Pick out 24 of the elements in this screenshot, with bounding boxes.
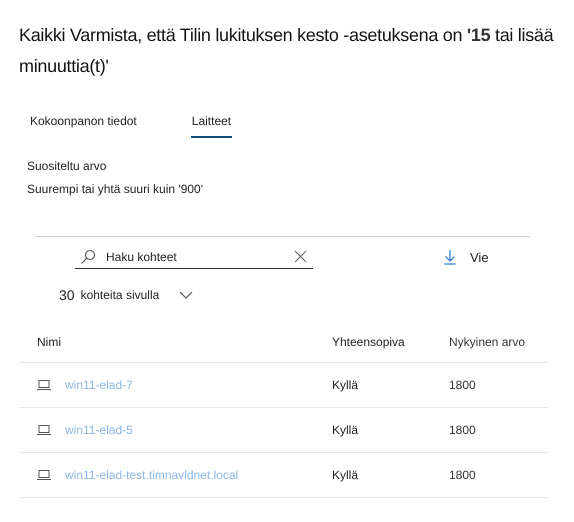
page-title: Kaikki Varmista, että Tilin lukituksen kesto -asetuksena on '15 tai lisää minuuttia(t)' bbox=[19, 24, 555, 78]
tab[interactable]: Laitteet bbox=[190, 114, 232, 138]
table-cell-text: 1800 bbox=[449, 468, 477, 482]
laptop-icon bbox=[37, 470, 51, 480]
table-cell-text: Kyllä bbox=[332, 468, 360, 482]
page-size-dropdown[interactable]: 30 kohteita sivulla bbox=[59, 287, 199, 303]
table-cell-text: Kyllä bbox=[332, 423, 360, 437]
chevron-down-icon bbox=[179, 291, 194, 299]
table-cell-text: Kyllä bbox=[332, 378, 360, 392]
column-header[interactable]: Yhteensopiva bbox=[332, 334, 449, 348]
search-field[interactable]: Haku kohteet bbox=[104, 248, 286, 264]
column-header[interactable]: Nykyinen arvo bbox=[449, 334, 547, 348]
tab[interactable]: Kokoonpanon tiedot bbox=[30, 114, 137, 138]
table-cell-text: 1800 bbox=[449, 423, 477, 437]
close-icon[interactable] bbox=[294, 250, 307, 263]
column-header[interactable]: Nimi bbox=[19, 334, 332, 348]
recommended-label: Suositeltu arvo bbox=[27, 159, 108, 173]
download-icon bbox=[444, 249, 456, 265]
laptop-icon bbox=[37, 425, 51, 435]
laptop-icon bbox=[37, 380, 51, 390]
table-cell-text: 1800 bbox=[449, 378, 477, 392]
export-button[interactable]: Vie bbox=[440, 245, 493, 269]
search-icon bbox=[80, 248, 96, 264]
recommended-value: Suurempi tai yhtä suuri kuin '900' bbox=[27, 182, 204, 196]
